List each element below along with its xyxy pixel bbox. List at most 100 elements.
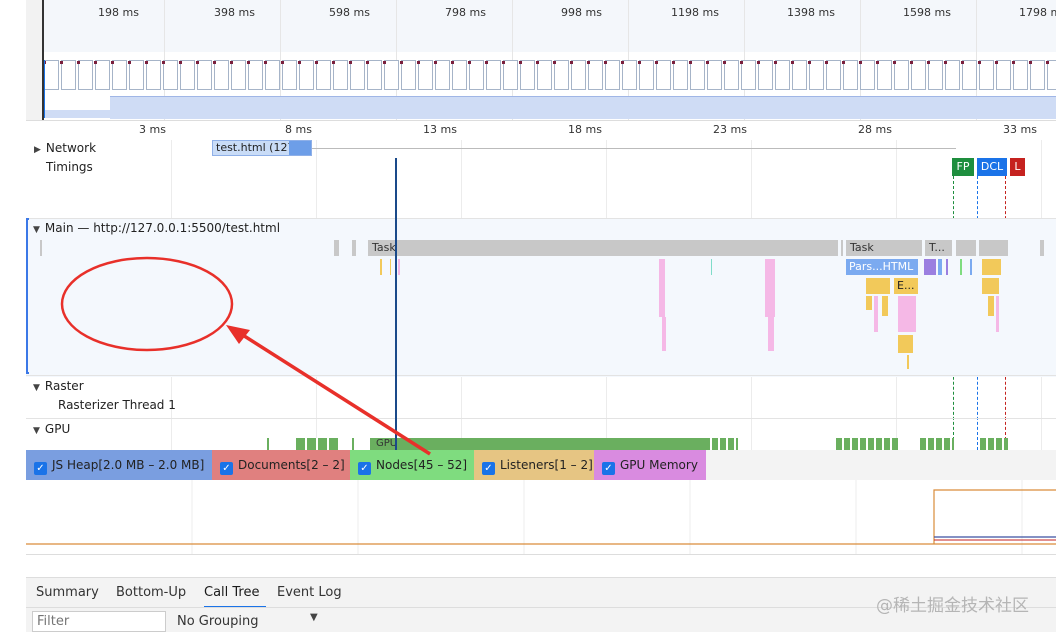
expand-triangle-icon[interactable]: ▶ xyxy=(34,145,41,155)
script-slice[interactable] xyxy=(380,259,382,275)
network-track-header[interactable]: ▶ Network xyxy=(34,141,96,155)
filter-input[interactable] xyxy=(32,611,166,632)
dcl-marker[interactable]: DCL xyxy=(977,158,1007,176)
gpu-memory-counter[interactable]: ✓ GPU Memory xyxy=(594,450,706,480)
frame-thumbnail xyxy=(706,60,722,90)
frame-thumbnail xyxy=(315,60,331,90)
chevron-down-icon[interactable]: ▼ xyxy=(310,612,318,623)
js-heap-counter[interactable]: ✓ JS Heap[2.0 MB – 2.0 MB] xyxy=(26,450,212,480)
gpu-task-bar[interactable]: GPU xyxy=(370,438,710,450)
script-slice[interactable] xyxy=(882,296,888,316)
frame-thumbnail xyxy=(417,60,433,90)
frame-marker-dot xyxy=(961,61,964,64)
frame-thumbnail xyxy=(349,60,365,90)
raster-track-header[interactable]: ▼ Raster xyxy=(33,379,84,393)
gpu-task-bar[interactable] xyxy=(980,438,1008,450)
tab-call-tree[interactable]: Call Tree xyxy=(204,578,266,608)
style-slice[interactable] xyxy=(898,296,916,332)
task-slice[interactable] xyxy=(956,240,976,256)
paint-slice[interactable] xyxy=(711,259,712,275)
task-slice[interactable] xyxy=(40,240,42,256)
timings-track-label[interactable]: Timings xyxy=(46,160,93,174)
script-slice[interactable] xyxy=(982,259,1001,275)
timeline-ruler: 3 ms 8 ms 13 ms 18 ms 23 ms 28 ms 33 ms xyxy=(26,120,1056,140)
frame-marker-dot xyxy=(723,61,726,64)
parse-slice[interactable] xyxy=(938,259,942,275)
timeline-cursor-line xyxy=(395,158,397,450)
frame-marker-dot xyxy=(230,61,233,64)
task-slice[interactable] xyxy=(352,240,356,256)
checkbox-checked-icon[interactable]: ✓ xyxy=(358,462,371,475)
tab-bottom-up[interactable]: Bottom-Up xyxy=(116,578,186,608)
frame-thumbnail xyxy=(94,60,110,90)
tab-summary[interactable]: Summary xyxy=(36,578,99,608)
script-slice[interactable] xyxy=(982,278,999,294)
frame-thumbnail xyxy=(893,60,909,90)
nodes-counter[interactable]: ✓ Nodes[45 – 52] xyxy=(350,450,474,480)
script-slice[interactable] xyxy=(898,335,913,353)
network-request-bar[interactable]: test.html (127... xyxy=(212,140,312,156)
timeline-overview[interactable]: 198 ms 398 ms 598 ms 798 ms 998 ms 1198 … xyxy=(26,0,1056,121)
task-slice[interactable] xyxy=(841,240,843,256)
parse-slice[interactable] xyxy=(970,259,972,275)
layout-slice[interactable] xyxy=(946,259,948,275)
style-slice[interactable] xyxy=(398,259,400,275)
paint-slice[interactable] xyxy=(960,259,962,275)
style-slice[interactable] xyxy=(659,259,665,317)
parse-html-slice[interactable]: Pars...HTML xyxy=(846,259,918,275)
gpu-task-bar[interactable] xyxy=(836,438,900,450)
frame-thumbnail xyxy=(162,60,178,90)
gpu-task-bar[interactable] xyxy=(920,438,954,450)
rasterizer-thread-label[interactable]: Rasterizer Thread 1 xyxy=(58,398,176,412)
style-slice[interactable] xyxy=(765,259,775,317)
frame-thumbnail xyxy=(468,60,484,90)
checkbox-checked-icon[interactable]: ✓ xyxy=(602,462,615,475)
load-marker[interactable]: L xyxy=(1010,158,1025,176)
frame-marker-dot xyxy=(893,61,896,64)
frame-marker-dot xyxy=(927,61,930,64)
task-slice[interactable]: Task xyxy=(368,240,838,256)
overview-tick: 1198 ms xyxy=(671,6,719,19)
gpu-track-header[interactable]: ▼ GPU xyxy=(33,422,70,436)
memory-counter-graph[interactable] xyxy=(26,480,1056,555)
checkbox-checked-icon[interactable]: ✓ xyxy=(34,462,47,475)
grouping-select[interactable]: No Grouping xyxy=(177,611,259,633)
main-track-header[interactable]: ▼ Main — http://127.0.0.1:5500/test.html xyxy=(33,221,280,235)
collapse-triangle-icon[interactable]: ▼ xyxy=(33,383,40,393)
gpu-task-bar[interactable] xyxy=(296,438,340,450)
collapse-triangle-icon[interactable]: ▼ xyxy=(33,426,40,436)
script-slice[interactable] xyxy=(988,296,994,316)
frame-marker-dot xyxy=(315,61,318,64)
style-slice[interactable] xyxy=(874,296,878,332)
script-slice[interactable] xyxy=(907,355,909,369)
style-slice[interactable] xyxy=(768,317,774,351)
overview-selection-handle[interactable] xyxy=(42,0,48,120)
frame-thumbnail xyxy=(723,60,739,90)
frame-marker-dot xyxy=(1046,61,1049,64)
task-slice[interactable]: Task xyxy=(846,240,922,256)
script-slice[interactable] xyxy=(866,296,872,310)
style-slice[interactable] xyxy=(662,317,666,351)
frame-thumbnail xyxy=(111,60,127,90)
gpu-task-bar[interactable] xyxy=(267,438,269,450)
script-slice[interactable] xyxy=(866,278,890,294)
style-slice[interactable] xyxy=(996,296,999,332)
collapse-triangle-icon[interactable]: ▼ xyxy=(33,225,40,235)
listeners-counter[interactable]: ✓ Listeners[1 – 2] xyxy=(474,450,594,480)
task-slice[interactable] xyxy=(334,240,339,256)
checkbox-checked-icon[interactable]: ✓ xyxy=(220,462,233,475)
tab-event-log[interactable]: Event Log xyxy=(277,578,342,608)
layout-slice[interactable] xyxy=(924,259,936,275)
fp-marker[interactable]: FP xyxy=(952,158,974,176)
gpu-task-bar[interactable] xyxy=(712,438,738,450)
ruler-tick: 33 ms xyxy=(1003,123,1037,136)
documents-counter[interactable]: ✓ Documents[2 – 2] xyxy=(212,450,350,480)
checkbox-checked-icon[interactable]: ✓ xyxy=(482,462,495,475)
task-slice[interactable] xyxy=(1040,240,1044,256)
gpu-task-bar[interactable] xyxy=(352,438,354,450)
script-slice[interactable] xyxy=(390,259,391,275)
task-slice[interactable] xyxy=(979,240,1008,256)
frame-marker-dot xyxy=(298,61,301,64)
evaluate-script-slice[interactable]: E... xyxy=(894,278,918,294)
task-slice[interactable]: T... xyxy=(925,240,952,256)
